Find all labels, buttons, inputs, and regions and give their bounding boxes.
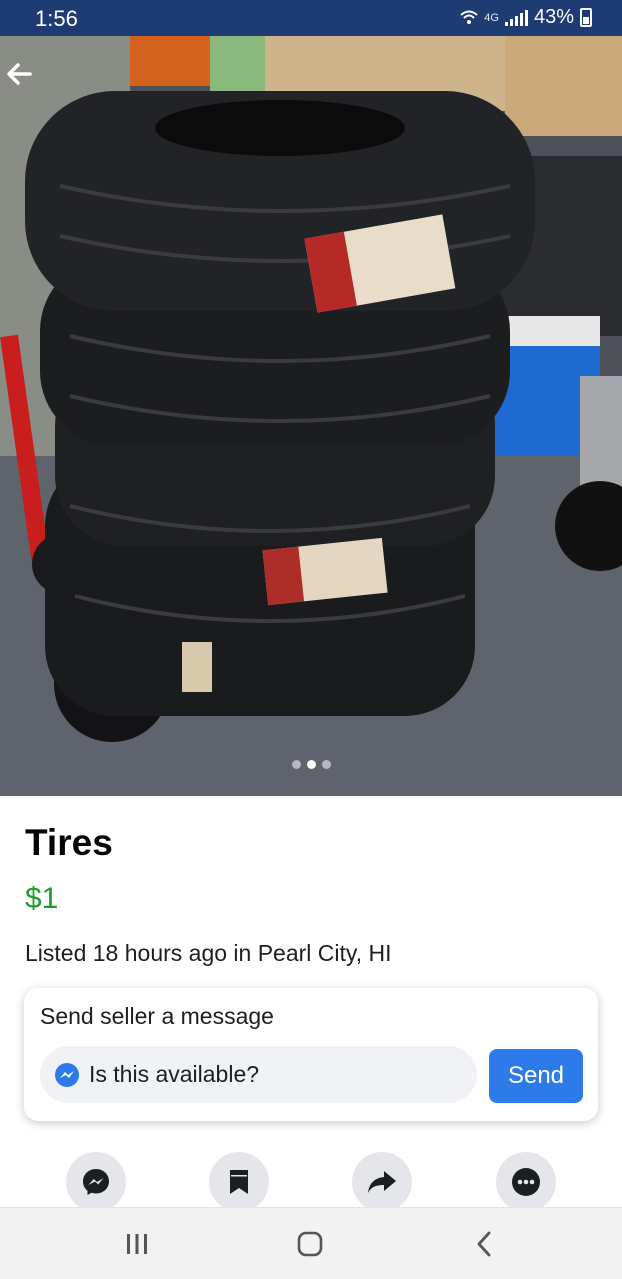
- messenger-icon: [55, 1062, 79, 1087]
- bookmark-icon: [230, 1170, 248, 1194]
- status-time: 1:56: [35, 6, 78, 31]
- more-action-button[interactable]: [496, 1152, 556, 1212]
- carousel-dot-active[interactable]: [306, 760, 316, 769]
- send-button[interactable]: Send: [489, 1049, 583, 1103]
- back-arrow-icon[interactable]: [0, 56, 40, 92]
- message-input[interactable]: Is this available?: [40, 1046, 477, 1103]
- messenger-icon: [83, 1169, 109, 1195]
- listing-meta: Listed 18 hours ago in Pearl City, HI: [25, 940, 392, 966]
- back-icon[interactable]: [474, 1230, 494, 1258]
- carousel-dots: [0, 760, 622, 769]
- listing-title: Tires: [25, 822, 113, 863]
- signal-icon: [504, 9, 528, 26]
- carousel-dot[interactable]: [321, 760, 331, 769]
- message-action-button[interactable]: [66, 1152, 126, 1212]
- listing-price: $1: [25, 882, 59, 915]
- message-input-text: Is this available?: [89, 1061, 260, 1087]
- more-icon: [512, 1168, 540, 1196]
- status-icons: 4G 43%: [460, 6, 592, 29]
- battery-percent: 43%: [533, 6, 574, 28]
- tires-photo-illustration: [0, 36, 622, 796]
- wifi-icon: [460, 10, 478, 24]
- message-card-title: Send seller a message: [40, 1003, 274, 1029]
- listing-photo[interactable]: [0, 36, 622, 796]
- system-nav-bar: [0, 1207, 622, 1279]
- share-icon: [368, 1171, 396, 1193]
- home-icon[interactable]: [296, 1230, 324, 1258]
- network-type: 4G: [484, 11, 499, 24]
- save-action-button[interactable]: [209, 1152, 269, 1212]
- recents-icon[interactable]: [124, 1230, 150, 1258]
- carousel-dot[interactable]: [291, 760, 301, 769]
- share-action-button[interactable]: [352, 1152, 412, 1212]
- battery-icon: [580, 8, 592, 27]
- status-bar: 1:56 4G 43%: [0, 0, 622, 36]
- message-seller-card: Send seller a message Is this available?…: [24, 988, 598, 1121]
